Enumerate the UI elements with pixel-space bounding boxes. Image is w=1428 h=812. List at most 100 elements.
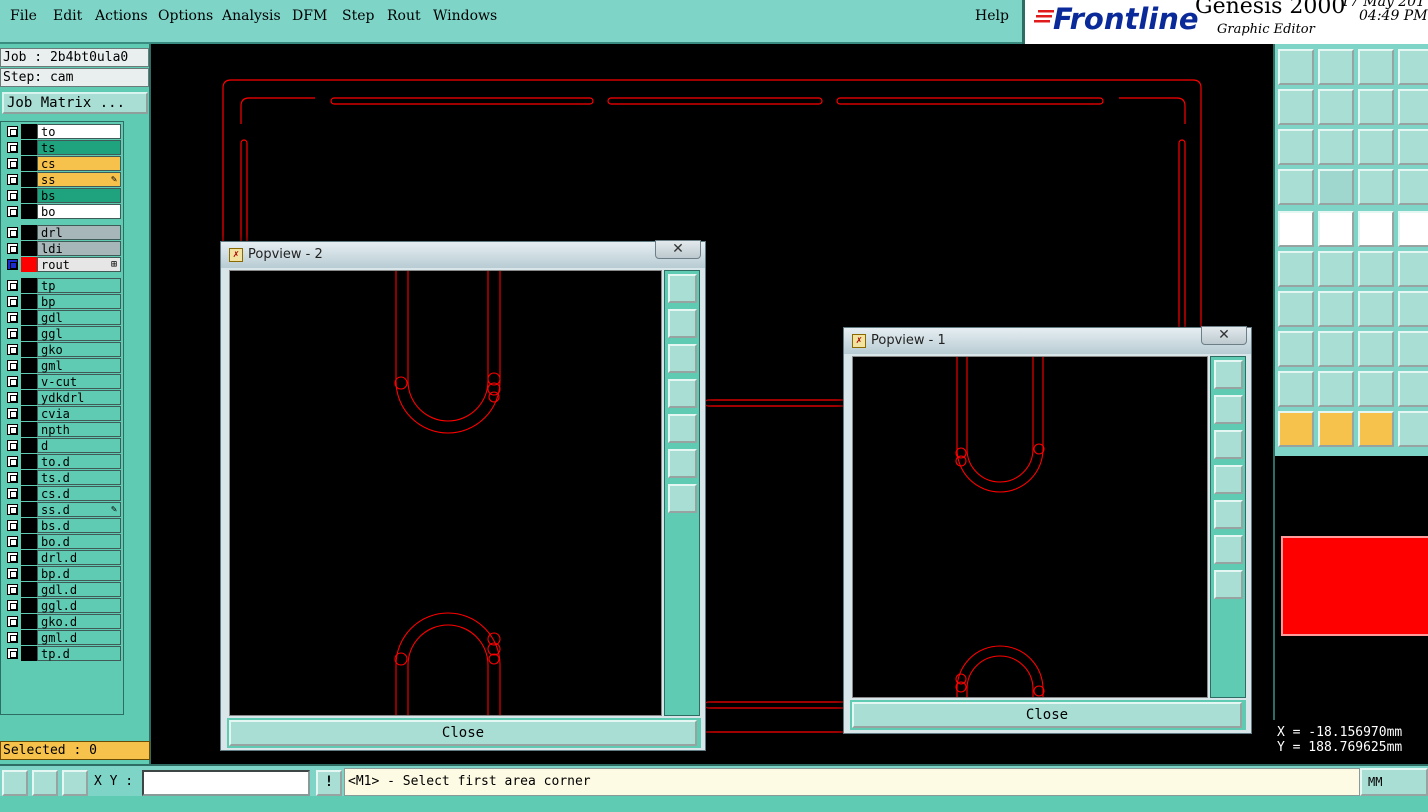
layer-color-swatch[interactable]: [21, 374, 37, 389]
layer-name[interactable]: bp.d: [37, 566, 121, 581]
layer-name[interactable]: ss.d ✎: [37, 502, 121, 517]
layer-name[interactable]: bo.d: [37, 534, 121, 549]
layer-row-ss[interactable]: ss ✎: [3, 172, 121, 187]
layer-name[interactable]: cs.d: [37, 486, 121, 501]
layer-checkbox[interactable]: [7, 190, 18, 201]
layer-color-swatch[interactable]: [21, 390, 37, 405]
layer-color-swatch[interactable]: [21, 140, 37, 155]
pan-right-icon[interactable]: [1318, 89, 1354, 125]
layer-checkbox[interactable]: [7, 488, 18, 499]
layer-color-swatch[interactable]: [21, 646, 37, 661]
layer-name[interactable]: gdl: [37, 310, 121, 325]
netlist-compare-icon[interactable]: [1398, 169, 1428, 205]
zoom-in-icon[interactable]: [1278, 129, 1314, 165]
layer-row-to.d[interactable]: to.d: [3, 454, 121, 469]
layer-checkbox[interactable]: [7, 536, 18, 547]
layer-name[interactable]: ggl: [37, 326, 121, 341]
ruler-icon[interactable]: [1358, 211, 1394, 247]
layer-row-bp[interactable]: bp: [3, 294, 121, 309]
snap-icon[interactable]: [1358, 251, 1394, 287]
circle-icon[interactable]: [1398, 211, 1428, 247]
menu-dfm[interactable]: DFM: [292, 8, 327, 24]
job-matrix-button[interactable]: Job Matrix ...: [2, 92, 148, 114]
layer-color-swatch[interactable]: [21, 310, 37, 325]
pan-up-icon[interactable]: [1214, 395, 1243, 424]
layer-color-swatch[interactable]: [21, 124, 37, 139]
layer-checkbox[interactable]: [7, 504, 18, 515]
layer-name[interactable]: d: [37, 438, 121, 453]
layer-checkbox[interactable]: [7, 456, 18, 467]
cut-line-icon[interactable]: [1318, 331, 1354, 367]
layer-name[interactable]: bo: [37, 204, 121, 219]
layer-color-swatch[interactable]: [21, 518, 37, 533]
layer-checkbox[interactable]: [7, 344, 18, 355]
layer-row-ldi[interactable]: ldi: [3, 241, 121, 256]
layer-color-swatch[interactable]: [21, 566, 37, 581]
layer-color-swatch[interactable]: [21, 406, 37, 421]
angle-measure-icon[interactable]: [32, 770, 58, 796]
layer-row-bs[interactable]: bs: [3, 188, 121, 203]
layer-checkbox[interactable]: [7, 408, 18, 419]
layer-checkbox[interactable]: [7, 328, 18, 339]
popview-1-titlebar[interactable]: ✗ Popview - 1: [844, 328, 1251, 354]
home-icon[interactable]: [1358, 49, 1394, 85]
layer-name[interactable]: cvia: [37, 406, 121, 421]
layer-name[interactable]: cs: [37, 156, 121, 171]
layer-checkbox[interactable]: [7, 440, 18, 451]
layer-checkbox[interactable]: [7, 632, 18, 643]
trapezoid-icon[interactable]: [1358, 371, 1394, 407]
popview-2-view[interactable]: [229, 270, 662, 716]
layer-color-swatch[interactable]: [21, 241, 37, 256]
layer-name[interactable]: gml: [37, 358, 121, 373]
settings-icon[interactable]: [1278, 169, 1314, 205]
layer-checkbox[interactable]: [7, 600, 18, 611]
layer-checkbox[interactable]: [7, 259, 18, 270]
layer-color-swatch[interactable]: [21, 204, 37, 219]
layer-checkbox[interactable]: [7, 312, 18, 323]
layer-checkbox[interactable]: [7, 552, 18, 563]
layer-color-swatch[interactable]: [21, 326, 37, 341]
layer-row-ggl[interactable]: ggl: [3, 326, 121, 341]
layer-name[interactable]: npth: [37, 422, 121, 437]
layer-row-cvia[interactable]: cvia: [3, 406, 121, 421]
menu-analysis[interactable]: Analysis: [222, 8, 281, 24]
popview-1-view[interactable]: [852, 356, 1208, 698]
zoom-fit-icon[interactable]: [1318, 49, 1354, 85]
slash-icon[interactable]: [1318, 291, 1354, 327]
layer-name[interactable]: ggl.d: [37, 598, 121, 613]
layer-checkbox[interactable]: [7, 142, 18, 153]
layer-row-ts[interactable]: ts: [3, 140, 121, 155]
layer-row-v-cut[interactable]: v-cut: [3, 374, 121, 389]
layer-color-swatch[interactable]: [21, 534, 37, 549]
layer-checkbox[interactable]: [7, 520, 18, 531]
layer-checkbox[interactable]: [7, 648, 18, 659]
layer-color-swatch[interactable]: [21, 278, 37, 293]
layer-row-gko.d[interactable]: gko.d: [3, 614, 121, 629]
layer-color-swatch[interactable]: [21, 188, 37, 203]
layer-checkbox[interactable]: [7, 280, 18, 291]
layer-checkbox[interactable]: [7, 243, 18, 254]
layer-color-swatch[interactable]: [21, 422, 37, 437]
units-selector[interactable]: MM: [1360, 768, 1428, 796]
layer-color-swatch[interactable]: [21, 486, 37, 501]
layer-row-d[interactable]: d: [3, 438, 121, 453]
layer-name[interactable]: ydkdrl: [37, 390, 121, 405]
popview-2-close-x-button[interactable]: ✕: [655, 240, 701, 259]
menu-step[interactable]: Step: [342, 8, 374, 24]
zoom-home-icon[interactable]: [1278, 49, 1314, 85]
pan-up-icon[interactable]: [668, 309, 697, 338]
layer-checkbox[interactable]: [7, 568, 18, 579]
layer-name[interactable]: gdl.d: [37, 582, 121, 597]
layer-color-swatch[interactable]: [21, 470, 37, 485]
move-icon[interactable]: [1278, 331, 1314, 367]
layer-color-swatch[interactable]: [21, 454, 37, 469]
layer-color-swatch[interactable]: [21, 257, 37, 272]
pad-icon[interactable]: [1278, 211, 1314, 247]
layer-row-drl[interactable]: drl: [3, 225, 121, 240]
menu-rout[interactable]: Rout: [387, 8, 421, 24]
layer-checkbox[interactable]: [7, 424, 18, 435]
layer-row-npth[interactable]: npth: [3, 422, 121, 437]
layer-name[interactable]: v-cut: [37, 374, 121, 389]
layer-name[interactable]: drl: [37, 225, 121, 240]
layer-row-gml[interactable]: gml: [3, 358, 121, 373]
